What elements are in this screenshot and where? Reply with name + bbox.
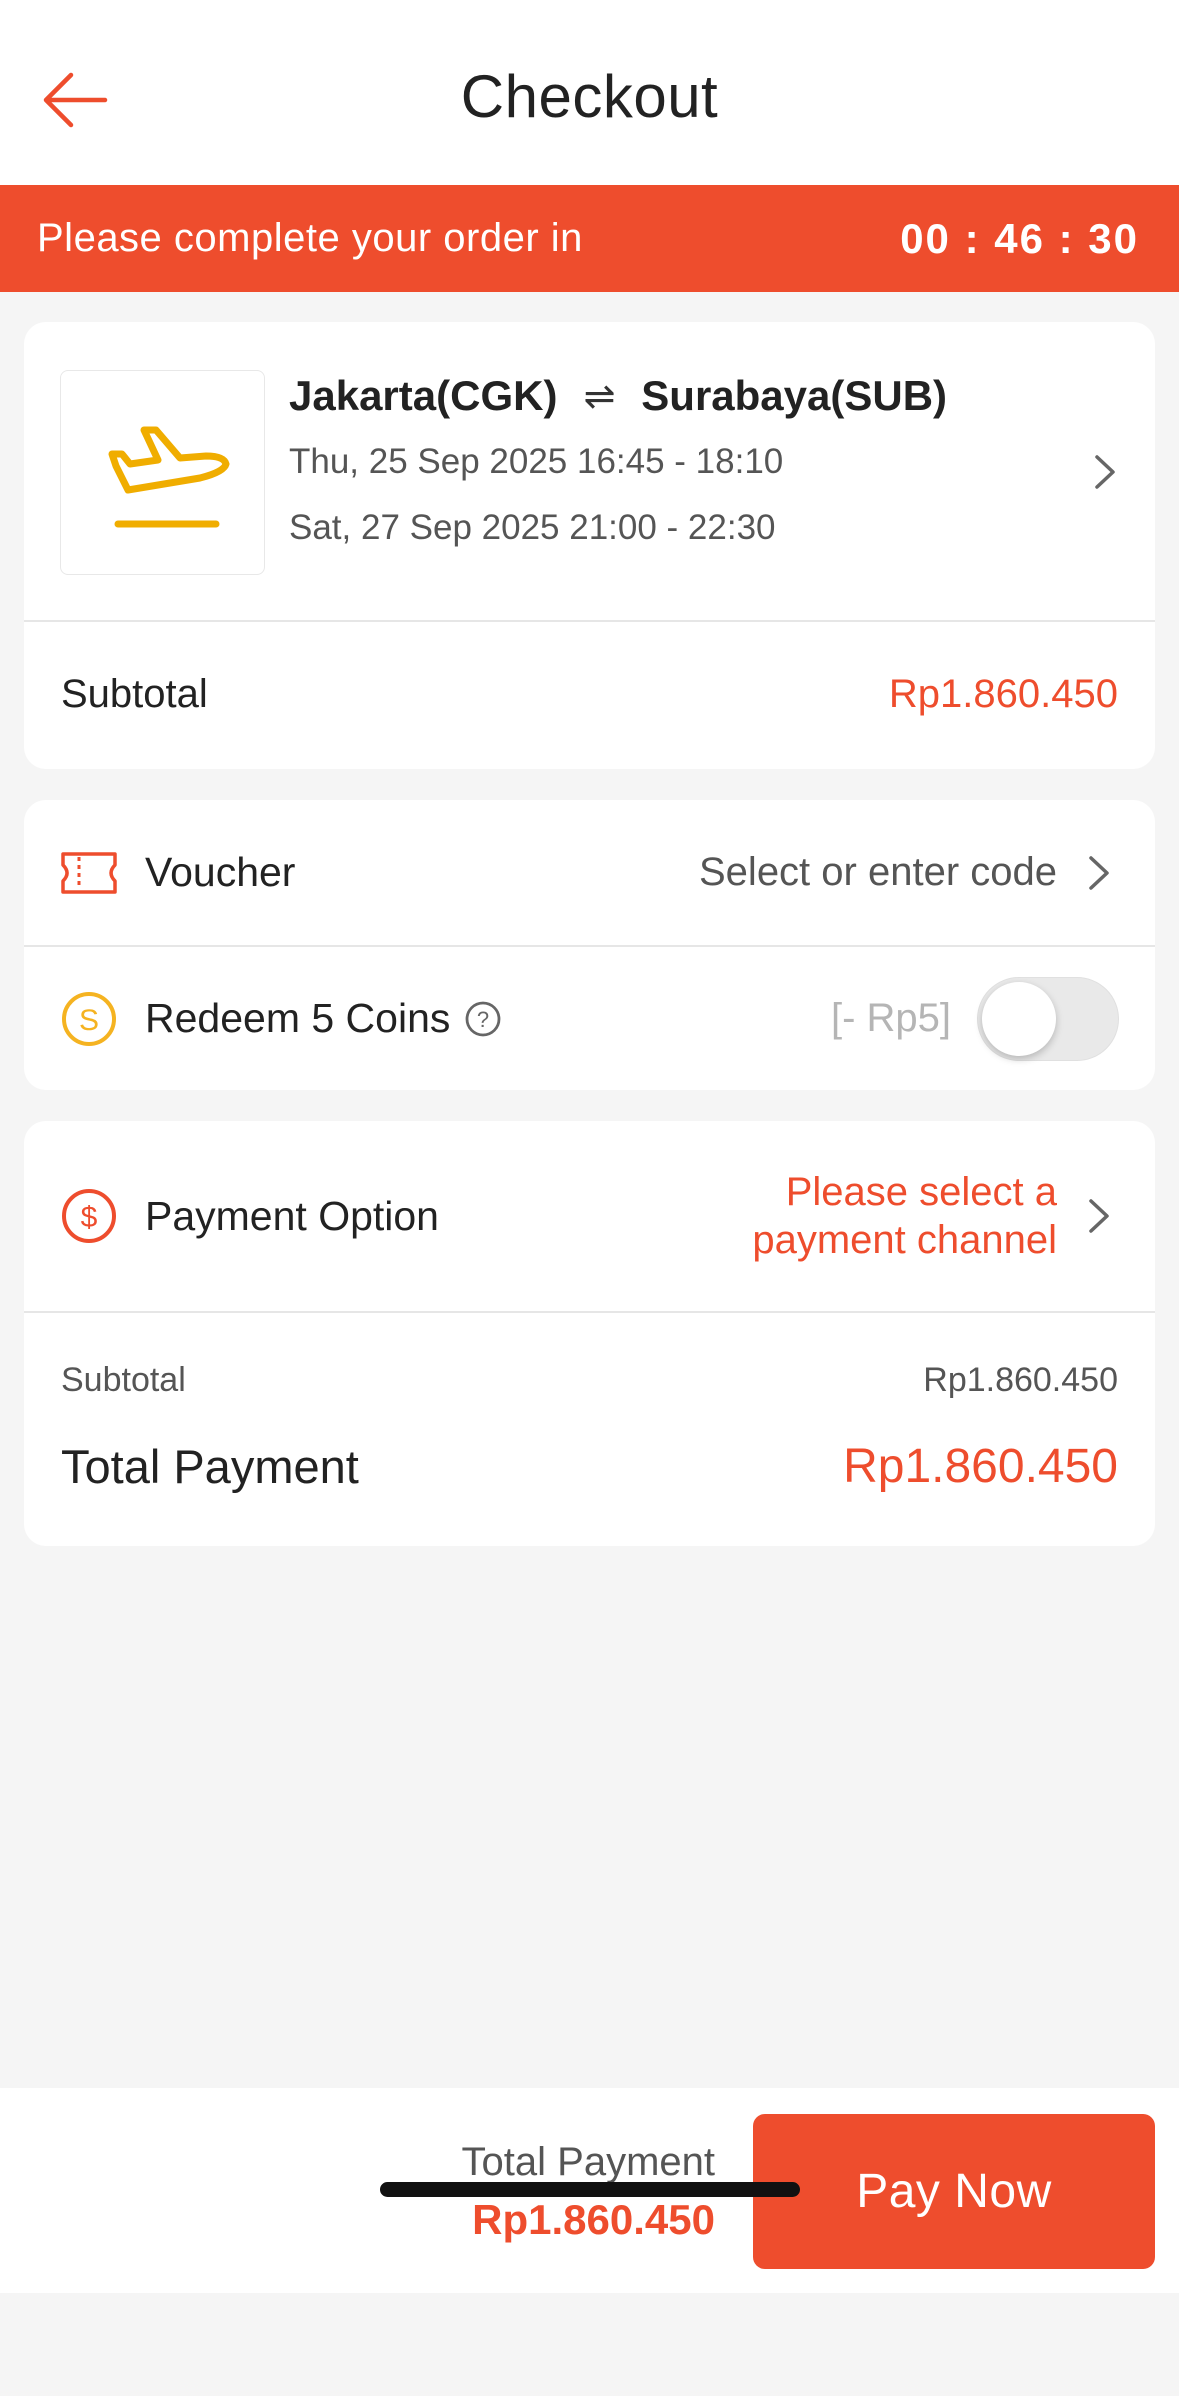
total-payment-value: Rp1.860.450: [843, 1440, 1118, 1493]
pay-now-button[interactable]: Pay Now: [753, 2114, 1155, 2269]
coins-discount-value: [- Rp5]: [830, 996, 951, 1040]
home-indicator[interactable]: [380, 2182, 800, 2197]
payment-subtotal-label: Subtotal: [61, 1361, 186, 1399]
total-payment-row: Total Payment Rp1.860.450: [61, 1439, 1118, 1494]
subtotal-value: Rp1.860.450: [888, 672, 1118, 716]
redeem-coins-row: S Redeem 5 Coins ? [- Rp5]: [24, 945, 1155, 1090]
flight-thumbnail: [60, 370, 265, 575]
chevron-right-icon: [1085, 452, 1125, 492]
voucher-row[interactable]: Voucher Select or enter code: [24, 800, 1155, 945]
flight-route: Jakarta(CGK) ⇌ Surabaya(SUB): [289, 372, 947, 420]
coin-icon: S: [60, 990, 118, 1048]
payment-card: $ Payment Option Please select a payment…: [24, 1121, 1155, 1546]
countdown-message: Please complete your order in: [37, 216, 583, 260]
header: Checkout: [0, 0, 1179, 185]
payment-subtotal-row: Subtotal Rp1.860.450: [61, 1361, 1118, 1400]
toggle-knob: [982, 981, 1056, 1056]
svg-text:?: ?: [477, 1007, 489, 1032]
discounts-card: Voucher Select or enter code S Redeem 5 …: [24, 800, 1155, 1090]
redeem-coins-toggle[interactable]: [977, 976, 1119, 1061]
svg-text:S: S: [79, 1004, 99, 1037]
countdown-timer: 00 : 46 : 30: [900, 214, 1139, 262]
chevron-right-icon: [1079, 1196, 1119, 1236]
footer-total-label: Total Payment: [461, 2140, 715, 2184]
round-trip-icon: ⇌: [583, 375, 616, 418]
airplane-takeoff-icon: [108, 426, 229, 527]
voucher-label: Voucher: [145, 849, 296, 895]
payment-subtotal-value: Rp1.860.450: [923, 1361, 1118, 1399]
dollar-circle-icon: $: [60, 1187, 118, 1245]
help-icon[interactable]: ?: [464, 1000, 502, 1038]
payment-option-label: Payment Option: [145, 1192, 439, 1239]
flight-details-row[interactable]: Jakarta(CGK) ⇌ Surabaya(SUB) Thu, 25 Sep…: [24, 322, 1155, 622]
flight-subtotal-row: Subtotal Rp1.860.450: [24, 622, 1155, 767]
subtotal-label: Subtotal: [61, 672, 208, 716]
countdown-banner: Please complete your order in 00 : 46 : …: [0, 185, 1179, 292]
departure-date: Thu, 25 Sep 2025 16:45 - 18:10: [289, 442, 784, 481]
svg-text:$: $: [81, 1201, 98, 1234]
payment-hint-line2: payment channel: [752, 1218, 1057, 1262]
flight-card: Jakarta(CGK) ⇌ Surabaya(SUB) Thu, 25 Sep…: [24, 322, 1155, 769]
chevron-right-icon: [1079, 853, 1119, 893]
ticket-icon: [60, 844, 118, 902]
payment-option-row[interactable]: $ Payment Option Please select a payment…: [24, 1121, 1155, 1313]
return-date: Sat, 27 Sep 2025 21:00 - 22:30: [289, 508, 776, 547]
destination-city: Surabaya(SUB): [641, 372, 948, 419]
payment-hint-line1: Please select a: [785, 1170, 1057, 1214]
origin-city: Jakarta(CGK): [289, 372, 558, 419]
footer-total-value: Rp1.860.450: [472, 2196, 715, 2243]
payment-channel-hint: Please select a payment channel: [752, 1168, 1057, 1264]
page-title: Checkout: [460, 63, 719, 130]
voucher-hint: Select or enter code: [699, 850, 1057, 894]
redeem-coins-label: Redeem 5 Coins: [145, 995, 451, 1041]
total-payment-label: Total Payment: [61, 1440, 359, 1493]
